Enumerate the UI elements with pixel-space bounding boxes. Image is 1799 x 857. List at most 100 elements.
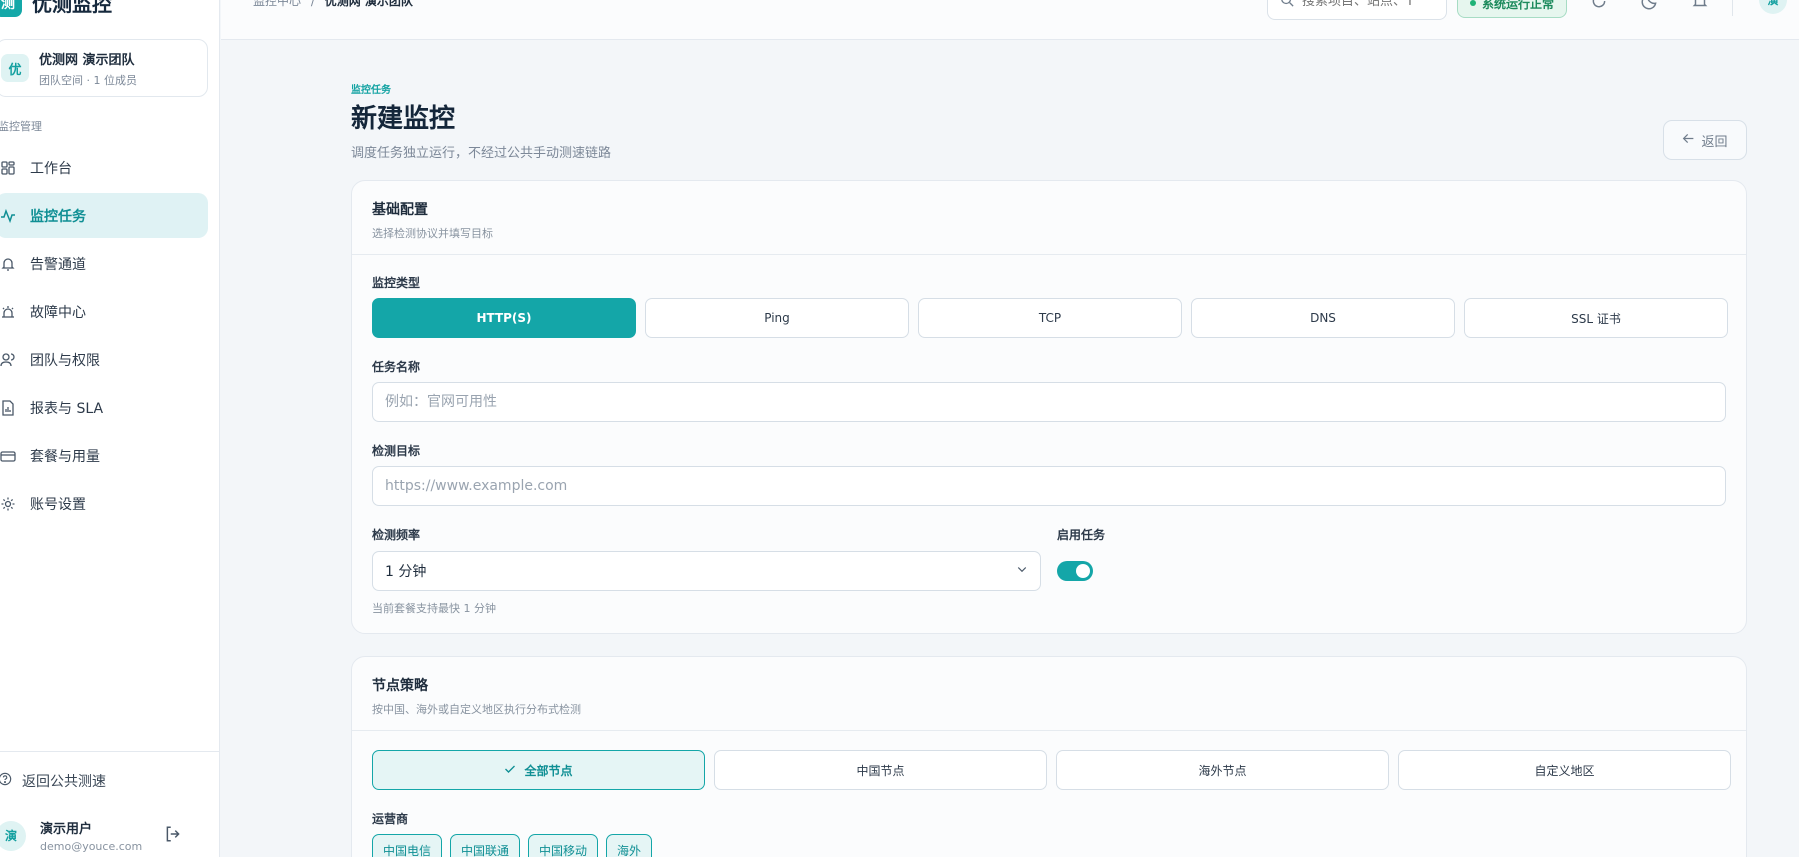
sidebar-footer: 返回公共测速 演 演示用户 demo@youce.com	[0, 751, 220, 853]
avatar: 演	[0, 820, 26, 851]
toggle-knob	[1076, 564, 1090, 578]
card-title: 基础配置	[372, 202, 428, 218]
search-icon	[1280, 0, 1294, 11]
team-avatar: 优	[1, 54, 29, 82]
help-circle-icon	[0, 772, 12, 790]
sidebar-item-team[interactable]: 团队与权限	[0, 337, 208, 382]
back-public-label: 返回公共测速	[22, 774, 106, 790]
page-description: 调度任务独立运行，不经过公共手动测速链路	[351, 146, 612, 161]
team-subtitle: 团队空间 · 1 位成员	[39, 73, 137, 87]
back-button[interactable]: 返回	[1663, 120, 1747, 160]
sidebar-item-monitors[interactable]: 监控任务	[0, 193, 208, 238]
user-name: 演示用户	[40, 822, 93, 837]
carrier-chips: 中国电信 中国联通 中国移动 海外	[372, 834, 653, 857]
type-option-ssl[interactable]: SSL 证书	[1464, 298, 1728, 338]
report-icon	[0, 399, 16, 416]
task-name-input[interactable]	[372, 382, 1726, 422]
type-option-ping[interactable]: Ping	[645, 298, 909, 338]
notification-bell-icon[interactable]	[1691, 0, 1709, 10]
sidebar: 测 优测监控 优 优测网 演示团队 团队空间 · 1 位成员 监控管理 工作台 …	[0, 0, 220, 857]
node-strategy-selector: 全部节点 中国节点 海外节点 自定义地区	[372, 750, 1731, 790]
sidebar-item-alert-channels[interactable]: 告警通道	[0, 241, 208, 286]
frequency-select[interactable]: 1 分钟	[372, 551, 1041, 591]
sidebar-item-dashboard[interactable]: 工作台	[0, 145, 208, 190]
status-dot	[1470, 0, 1476, 6]
sidebar-item-label: 故障中心	[30, 304, 86, 321]
team-switcher[interactable]: 优 优测网 演示团队 团队空间 · 1 位成员	[0, 39, 208, 97]
sidebar-nav: 工作台 监控任务 告警通道 故障中心 团队与权限 报表与 SLA 套餐与用量 账…	[0, 161, 208, 529]
sidebar-item-reports[interactable]: 报表与 SLA	[0, 385, 208, 430]
team-name: 优测网 演示团队	[39, 52, 135, 68]
sidebar-item-incidents[interactable]: 故障中心	[0, 289, 208, 334]
frequency-label: 检测频率	[372, 528, 421, 542]
node-strategy-card: 节点策略 按中国、海外或自定义地区执行分布式检测 全部节点 中国节点 海外节点 …	[351, 656, 1747, 857]
search-box[interactable]	[1267, 0, 1447, 20]
card-subtitle: 选择检测协议并填写目标	[372, 227, 493, 240]
card-subtitle: 按中国、海外或自定义地区执行分布式检测	[372, 703, 581, 716]
carrier-chip-mobile[interactable]: 中国移动	[528, 834, 599, 857]
gear-icon	[0, 496, 16, 512]
activity-icon	[0, 208, 16, 224]
frequency-hint: 当前套餐支持最快 1 分钟	[372, 602, 496, 615]
card-title: 节点策略	[372, 678, 428, 694]
type-option-http[interactable]: HTTP(S)	[372, 298, 636, 338]
breadcrumb-current: 优测网 演示团队	[324, 0, 413, 8]
type-option-tcp[interactable]: TCP	[918, 298, 1182, 338]
sidebar-item-settings[interactable]: 账号设置	[0, 481, 208, 526]
topbar-divider	[1732, 0, 1733, 16]
search-input[interactable]	[1302, 0, 1442, 9]
carrier-label: 运营商	[372, 812, 409, 826]
sidebar-item-label: 报表与 SLA	[30, 400, 104, 417]
sidebar-item-label: 套餐与用量	[30, 448, 100, 465]
sidebar-item-label: 告警通道	[30, 256, 86, 273]
sidebar-item-label: 工作台	[30, 160, 72, 177]
carrier-chip-unicom[interactable]: 中国联通	[450, 834, 521, 857]
target-label: 检测目标	[372, 444, 421, 458]
carrier-chip-overseas[interactable]: 海外	[606, 834, 653, 857]
carrier-chip-telecom[interactable]: 中国电信	[372, 834, 443, 857]
page-eyebrow: 监控任务	[351, 85, 391, 96]
strategy-option-custom[interactable]: 自定义地区	[1398, 750, 1731, 790]
sidebar-item-billing[interactable]: 套餐与用量	[0, 433, 208, 478]
target-url-input[interactable]	[372, 466, 1726, 506]
task-name-label: 任务名称	[372, 360, 421, 374]
topbar: 监控中心 / 优测网 演示团队 系统运行正常 演	[221, 0, 1799, 40]
card-header: 节点策略 按中国、海外或自定义地区执行分布式检测	[352, 657, 1746, 731]
status-text: 系统运行正常	[1482, 0, 1555, 11]
sidebar-item-label: 团队与权限	[30, 352, 100, 369]
strategy-option-china[interactable]: 中国节点	[714, 750, 1047, 790]
status-badge: 系统运行正常	[1457, 0, 1568, 18]
sidebar-item-label: 账号设置	[30, 496, 86, 513]
dashboard-icon	[0, 160, 16, 176]
card-icon	[0, 448, 16, 464]
theme-icon[interactable]	[1641, 0, 1659, 10]
enable-label: 启用任务	[1057, 528, 1106, 542]
chevron-down-icon	[1016, 563, 1028, 579]
back-label: 返回	[1701, 134, 1728, 150]
nav-section-label: 监控管理	[0, 120, 42, 133]
brand-logo: 测	[0, 0, 22, 17]
strategy-label: 全部节点	[524, 763, 573, 778]
strategy-option-all[interactable]: 全部节点	[372, 750, 705, 790]
type-option-dns[interactable]: DNS	[1191, 298, 1455, 338]
frequency-value: 1 分钟	[385, 564, 427, 580]
breadcrumb-parent[interactable]: 监控中心	[253, 0, 301, 8]
card-header: 基础配置 选择检测协议并填写目标	[352, 181, 1746, 255]
logout-icon[interactable]	[164, 825, 182, 843]
breadcrumb-separator: /	[310, 0, 315, 8]
enable-toggle[interactable]	[1057, 561, 1093, 581]
brand[interactable]: 测 优测监控	[0, 0, 112, 17]
strategy-option-overseas[interactable]: 海外节点	[1056, 750, 1389, 790]
breadcrumb: 监控中心 / 优测网 演示团队	[253, 0, 413, 9]
brand-name: 优测监控	[32, 0, 112, 16]
user-profile[interactable]: 演 演示用户 demo@youce.com	[0, 818, 196, 853]
basic-config-card: 基础配置 选择检测协议并填写目标 监控类型 HTTP(S) Ping TCP D…	[351, 180, 1747, 634]
check-icon	[504, 763, 516, 778]
avatar[interactable]: 演	[1759, 0, 1787, 14]
sidebar-item-label: 监控任务	[30, 208, 86, 225]
users-icon	[0, 352, 16, 368]
siren-icon	[0, 304, 16, 320]
back-public-link[interactable]: 返回公共测速	[0, 771, 106, 791]
arrow-left-icon	[1682, 132, 1695, 149]
refresh-icon[interactable]	[1590, 0, 1608, 10]
